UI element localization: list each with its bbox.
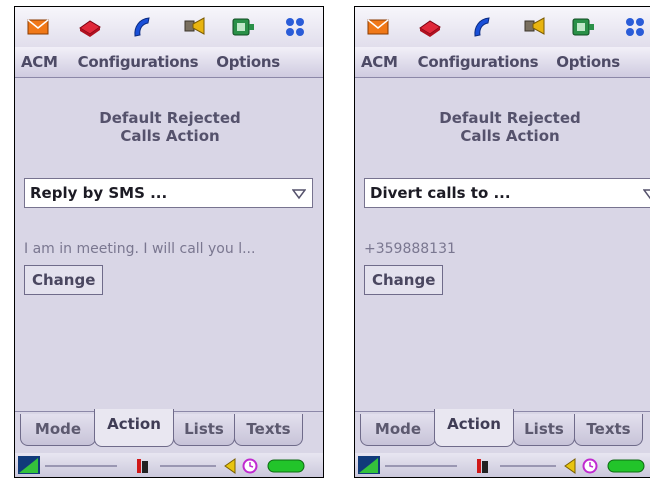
status-divider xyxy=(500,465,556,467)
chevron-down-icon[interactable] xyxy=(643,188,650,200)
gramophone-icon[interactable] xyxy=(181,15,207,39)
bluetooth-icon xyxy=(135,457,149,475)
menu-acm[interactable]: ACM xyxy=(355,53,414,71)
battery-icon xyxy=(607,459,645,473)
bluetooth-icon xyxy=(475,457,489,475)
status-divider xyxy=(385,465,457,467)
gramophone-icon[interactable] xyxy=(521,15,547,39)
app-launcher-bar xyxy=(355,7,650,47)
app-launcher-bar xyxy=(15,7,323,47)
tab-bar: Mode Action Lists Texts xyxy=(15,409,323,454)
clock-icon xyxy=(582,458,598,474)
status-bar xyxy=(15,453,323,477)
menu-bar: ACM Configurations Options xyxy=(15,47,323,78)
dropdown-selected-value: Divert calls to ... xyxy=(370,184,511,202)
page-title: Default Rejected Calls Action xyxy=(15,109,323,145)
status-bar xyxy=(355,453,650,477)
tab-lists[interactable]: Lists xyxy=(173,414,235,446)
tab-mode[interactable]: Mode xyxy=(360,414,436,446)
status-divider xyxy=(45,465,117,467)
menu-acm[interactable]: ACM xyxy=(15,53,74,71)
divert-number: +359888131 xyxy=(364,241,456,257)
tab-lists[interactable]: Lists xyxy=(513,414,575,446)
speaker-icon[interactable] xyxy=(221,457,237,475)
tab-action[interactable]: Action xyxy=(94,409,174,447)
change-button[interactable]: Change xyxy=(24,265,104,295)
signal-icon xyxy=(18,456,40,474)
phone-handset-icon[interactable] xyxy=(129,15,155,39)
tab-mode[interactable]: Mode xyxy=(20,414,96,446)
menu-bar: ACM Configurations Options xyxy=(355,47,650,78)
page-title-line-2: Calls Action xyxy=(460,127,560,145)
tab-bar: Mode Action Lists Texts xyxy=(355,409,650,454)
phone-screen-divert-calls: ACM Configurations Options Default Rejec… xyxy=(354,6,650,478)
chevron-down-icon[interactable] xyxy=(292,188,306,200)
menu-options[interactable]: Options xyxy=(212,53,294,71)
media-icon[interactable] xyxy=(570,15,596,39)
page-title-line-1: Default Rejected xyxy=(99,109,241,127)
action-dropdown[interactable]: Reply by SMS ... xyxy=(24,178,313,208)
page-title: Default Rejected Calls Action xyxy=(355,109,650,145)
book-icon[interactable] xyxy=(77,15,103,39)
apps-grid-icon[interactable] xyxy=(622,15,648,39)
envelope-icon[interactable] xyxy=(365,15,391,39)
change-button[interactable]: Change xyxy=(364,265,444,295)
page-title-line-1: Default Rejected xyxy=(439,109,581,127)
tab-texts[interactable]: Texts xyxy=(234,414,303,446)
clock-icon xyxy=(242,458,258,474)
apps-grid-icon[interactable] xyxy=(282,15,308,39)
tab-action[interactable]: Action xyxy=(434,409,514,447)
menu-options[interactable]: Options xyxy=(552,53,634,71)
sms-text-preview: I am in meeting. I will call you l... xyxy=(24,241,256,257)
signal-icon xyxy=(358,456,380,474)
battery-icon xyxy=(267,459,305,473)
page-title-line-2: Calls Action xyxy=(120,127,220,145)
dropdown-selected-value: Reply by SMS ... xyxy=(30,184,168,202)
menu-configurations[interactable]: Configurations xyxy=(74,53,213,71)
content-area: Default Rejected Calls Action Divert cal… xyxy=(355,78,650,411)
content-area: Default Rejected Calls Action Reply by S… xyxy=(15,78,323,411)
book-icon[interactable] xyxy=(417,15,443,39)
phone-handset-icon[interactable] xyxy=(469,15,495,39)
action-dropdown[interactable]: Divert calls to ... xyxy=(364,178,650,208)
tab-texts[interactable]: Texts xyxy=(574,414,643,446)
status-divider xyxy=(160,465,216,467)
phone-screen-reply-sms: ACM Configurations Options Default Rejec… xyxy=(14,6,324,478)
envelope-icon[interactable] xyxy=(25,15,51,39)
menu-configurations[interactable]: Configurations xyxy=(414,53,553,71)
speaker-icon[interactable] xyxy=(561,457,577,475)
media-icon[interactable] xyxy=(230,15,256,39)
